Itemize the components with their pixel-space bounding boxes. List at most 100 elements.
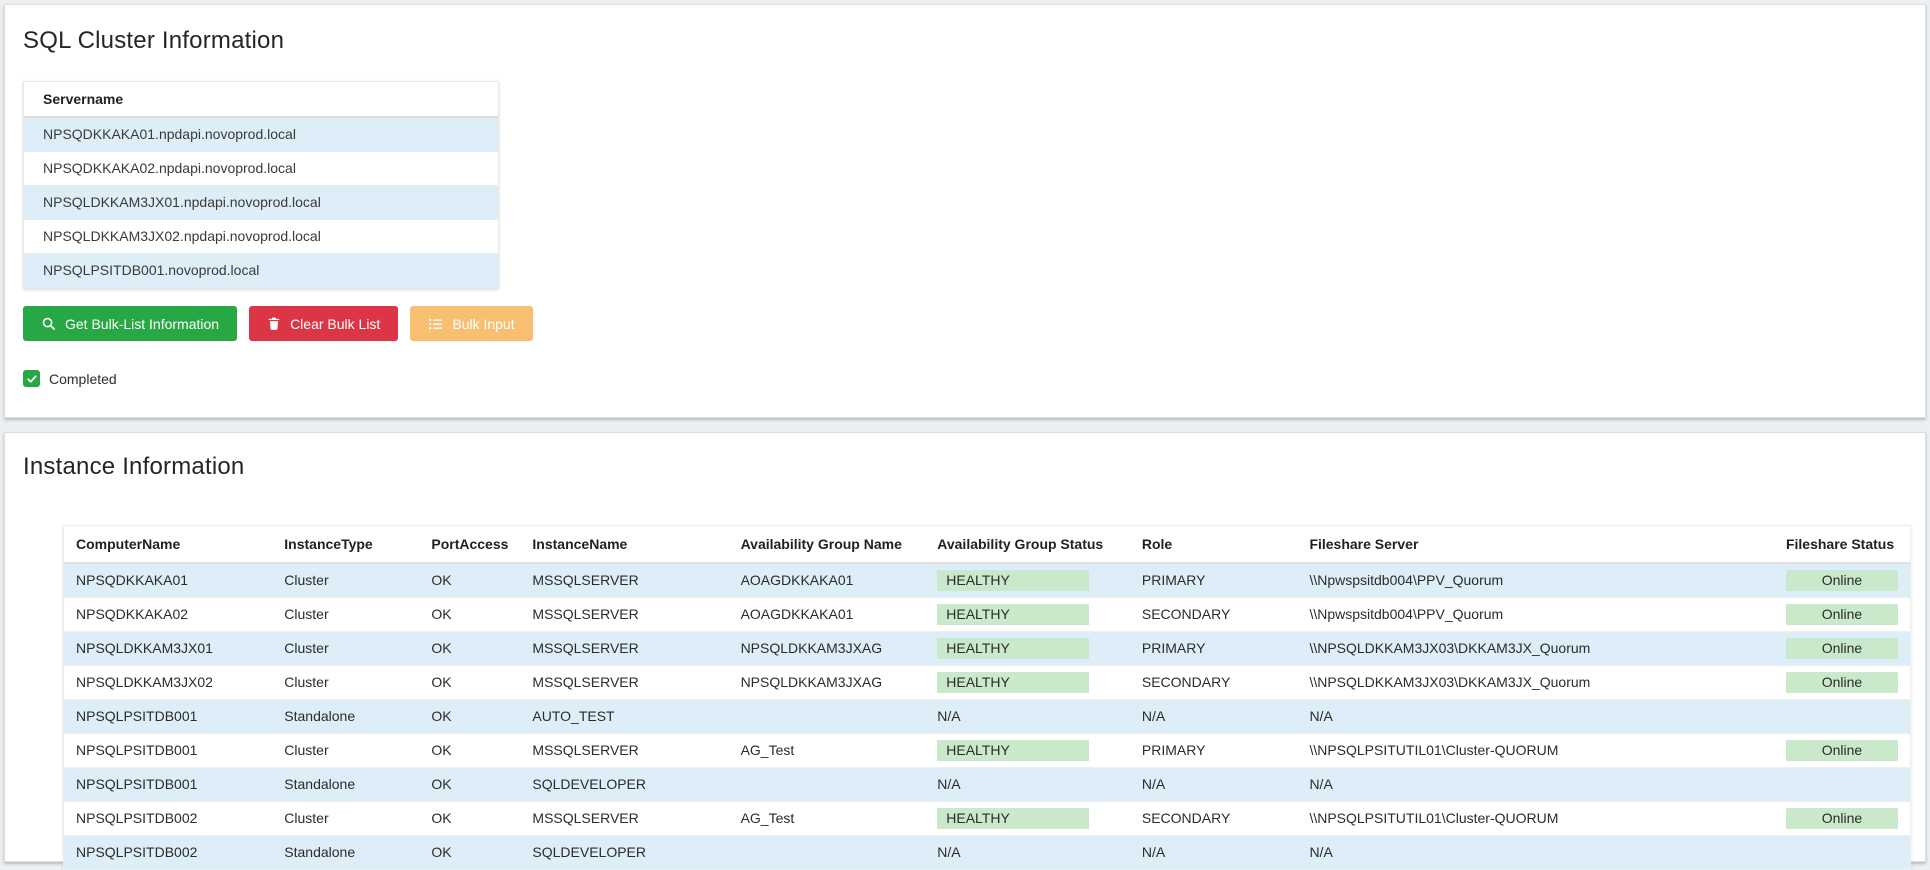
bulk-input-button[interactable]: Bulk Input: [410, 306, 533, 341]
cell-fileshare-status: Online: [1774, 666, 1911, 700]
column-header-instancename: InstanceName: [520, 525, 729, 564]
cell-availability-group-status: HEALTHY: [925, 734, 1130, 768]
cell-fileshare-status: [1774, 768, 1911, 802]
cell-fileshare-server: \\NPSQLPSITUTIL01\Cluster-QUORUM: [1309, 810, 1559, 826]
instance-table-row: NPSQLPSITDB002 Cluster OK MSSQLSERVER AG_Tes…: [63, 802, 1911, 836]
button-label: Bulk Input: [452, 315, 515, 332]
cell-availability-group-status: HEALTHY: [925, 563, 1130, 598]
fileshare-status-badge: Online: [1785, 740, 1898, 761]
cell-instancename: SQLDEVELOPER: [532, 844, 647, 860]
server-list-item[interactable]: NPSQLPSITDB001.novoprod.local: [24, 254, 498, 288]
cell-instancename: MSSQLSERVER: [532, 640, 639, 656]
cell-instancename: MSSQLSERVER: [532, 606, 639, 622]
column-header-portaccess: PortAccess: [419, 525, 521, 564]
cell-instancename: MSSQLSERVER: [532, 742, 639, 758]
cell-instancetype: Cluster: [284, 674, 329, 690]
list-icon: [428, 317, 443, 331]
instance-table-row: NPSQLPSITDB001 Standalone OK AUTO_TEST N/A N/…: [63, 699, 1911, 734]
instance-table-header-row: ComputerName InstanceType PortAccess Instan…: [63, 525, 1911, 564]
cell-portaccess: OK: [431, 776, 452, 792]
instance-panel-title: Instance Information: [23, 453, 245, 480]
cell-availability-group-status: HEALTHY: [925, 666, 1130, 700]
cell-portaccess: OK: [431, 572, 452, 588]
check-icon: [26, 374, 37, 383]
availability-group-status-badge: HEALTHY: [937, 570, 1090, 591]
cell-portaccess: OK: [431, 606, 452, 622]
instance-information-panel: Instance Information ComputerName Instanc…: [4, 432, 1926, 870]
fileshare-status-badge: Online: [1785, 808, 1898, 829]
availability-group-status-badge: HEALTHY: [937, 604, 1090, 625]
instance-table-body: NPSQDKKAKA01 Cluster OK MSSQLSERVER AOAGDKKA…: [63, 563, 1911, 870]
cell-instancename: MSSQLSERVER: [532, 674, 639, 690]
server-list-item[interactable]: NPSQLDKKAM3JX01.npdapi.novoprod.local: [24, 186, 498, 220]
cell-fileshare-status: Online: [1774, 802, 1911, 836]
cell-fileshare-server: \\Npwspsitdb004\PPV_Quorum: [1309, 606, 1504, 622]
instance-table-row: NPSQLPSITDB001 Standalone OK SQLDEVELOPER N/…: [63, 767, 1911, 802]
cell-fileshare-status: Online: [1774, 563, 1911, 598]
cell-instancetype: Cluster: [284, 640, 329, 656]
search-icon: [41, 316, 56, 331]
cell-availability-group-status: HEALTHY: [925, 802, 1130, 836]
instance-table: ComputerName InstanceType PortAccess Instan…: [63, 525, 1911, 870]
instance-table-row: NPSQLPSITDB001 Cluster OK MSSQLSERVER AG_Tes…: [63, 734, 1911, 768]
cell-availability-group-name: AG_Test: [740, 742, 795, 758]
cell-availability-group-name: NPSQLDKKAM3JXAG: [740, 674, 883, 690]
column-header-computername: ComputerName: [63, 525, 273, 564]
column-header-role: Role: [1129, 525, 1298, 564]
cell-portaccess: OK: [431, 742, 452, 758]
cell-fileshare-status: [1774, 836, 1911, 870]
cell-fileshare-status: Online: [1774, 598, 1911, 632]
fileshare-status-badge: Online: [1785, 638, 1898, 659]
cell-computername: NPSQLPSITDB001: [76, 708, 198, 724]
cell-role: N/A: [1141, 844, 1166, 860]
cell-availability-group-status: N/A: [937, 708, 961, 724]
instance-table-row: NPSQLDKKAM3JX02 Cluster OK MSSQLSERVER NPSQL…: [63, 666, 1911, 700]
availability-group-status-badge: HEALTHY: [937, 638, 1090, 659]
cell-availability-group-name: [729, 768, 926, 802]
clear-bulk-list-button[interactable]: Clear Bulk List: [249, 306, 399, 341]
cell-availability-group-status: HEALTHY: [925, 632, 1130, 666]
cell-role: N/A: [1141, 776, 1166, 792]
cell-fileshare-status: Online: [1774, 734, 1911, 768]
button-label: Get Bulk-List Information: [65, 315, 220, 332]
cell-role: PRIMARY: [1141, 742, 1206, 758]
availability-group-status-badge: HEALTHY: [937, 740, 1090, 761]
server-list-item[interactable]: NPSQDKKAKA02.npdapi.novoprod.local: [24, 152, 498, 186]
cell-role: SECONDARY: [1141, 674, 1231, 690]
completed-checkbox[interactable]: [23, 370, 40, 387]
column-header-availability-group-status: Availability Group Status: [925, 525, 1130, 564]
availability-group-status-badge: HEALTHY: [937, 672, 1090, 693]
cell-fileshare-server: \\NPSQLPSITUTIL01\Cluster-QUORUM: [1309, 742, 1559, 758]
cell-fileshare-server: N/A: [1309, 708, 1333, 724]
cell-availability-group-name: AOAGDKKAKA01: [740, 572, 854, 588]
cell-portaccess: OK: [431, 674, 452, 690]
cell-computername: NPSQDKKAKA02: [76, 606, 189, 622]
cell-fileshare-server: N/A: [1309, 776, 1333, 792]
cell-role: SECONDARY: [1141, 810, 1231, 826]
button-label: Clear Bulk List: [290, 315, 381, 332]
trash-icon: [267, 316, 281, 331]
cell-instancename: MSSQLSERVER: [532, 572, 639, 588]
instance-table-row: NPSQLDKKAM3JX01 Cluster OK MSSQLSERVER NPSQL…: [63, 631, 1911, 666]
cell-role: PRIMARY: [1141, 640, 1206, 656]
cell-instancetype: Standalone: [284, 844, 356, 860]
cell-instancename: SQLDEVELOPER: [532, 776, 647, 792]
cell-fileshare-status: Online: [1774, 632, 1911, 666]
cell-availability-group-name: [729, 700, 926, 734]
instance-table-row: NPSQDKKAKA02 Cluster OK MSSQLSERVER AOAGDKKA…: [63, 598, 1911, 632]
cell-computername: NPSQLPSITDB002: [76, 844, 198, 860]
get-bulk-list-information-button[interactable]: Get Bulk-List Information: [23, 306, 238, 341]
column-header-availability-group-name: Availability Group Name: [728, 525, 926, 564]
availability-group-status-badge: HEALTHY: [937, 808, 1090, 829]
cell-fileshare-server: N/A: [1309, 844, 1333, 860]
fileshare-status-badge: Online: [1785, 672, 1898, 693]
cell-role: PRIMARY: [1141, 572, 1206, 588]
cell-availability-group-name: [729, 836, 926, 870]
cell-fileshare-server: \\NPSQLDKKAM3JX03\DKKAM3JX_Quorum: [1309, 674, 1591, 690]
cell-availability-group-status: N/A: [937, 776, 961, 792]
server-list-item[interactable]: NPSQDKKAKA01.npdapi.novoprod.local: [24, 118, 498, 152]
cell-instancename: MSSQLSERVER: [532, 810, 639, 826]
cell-computername: NPSQLDKKAM3JX01: [76, 640, 213, 656]
cell-instancetype: Cluster: [284, 742, 329, 758]
server-list-item[interactable]: NPSQLDKKAM3JX02.npdapi.novoprod.local: [24, 220, 498, 254]
